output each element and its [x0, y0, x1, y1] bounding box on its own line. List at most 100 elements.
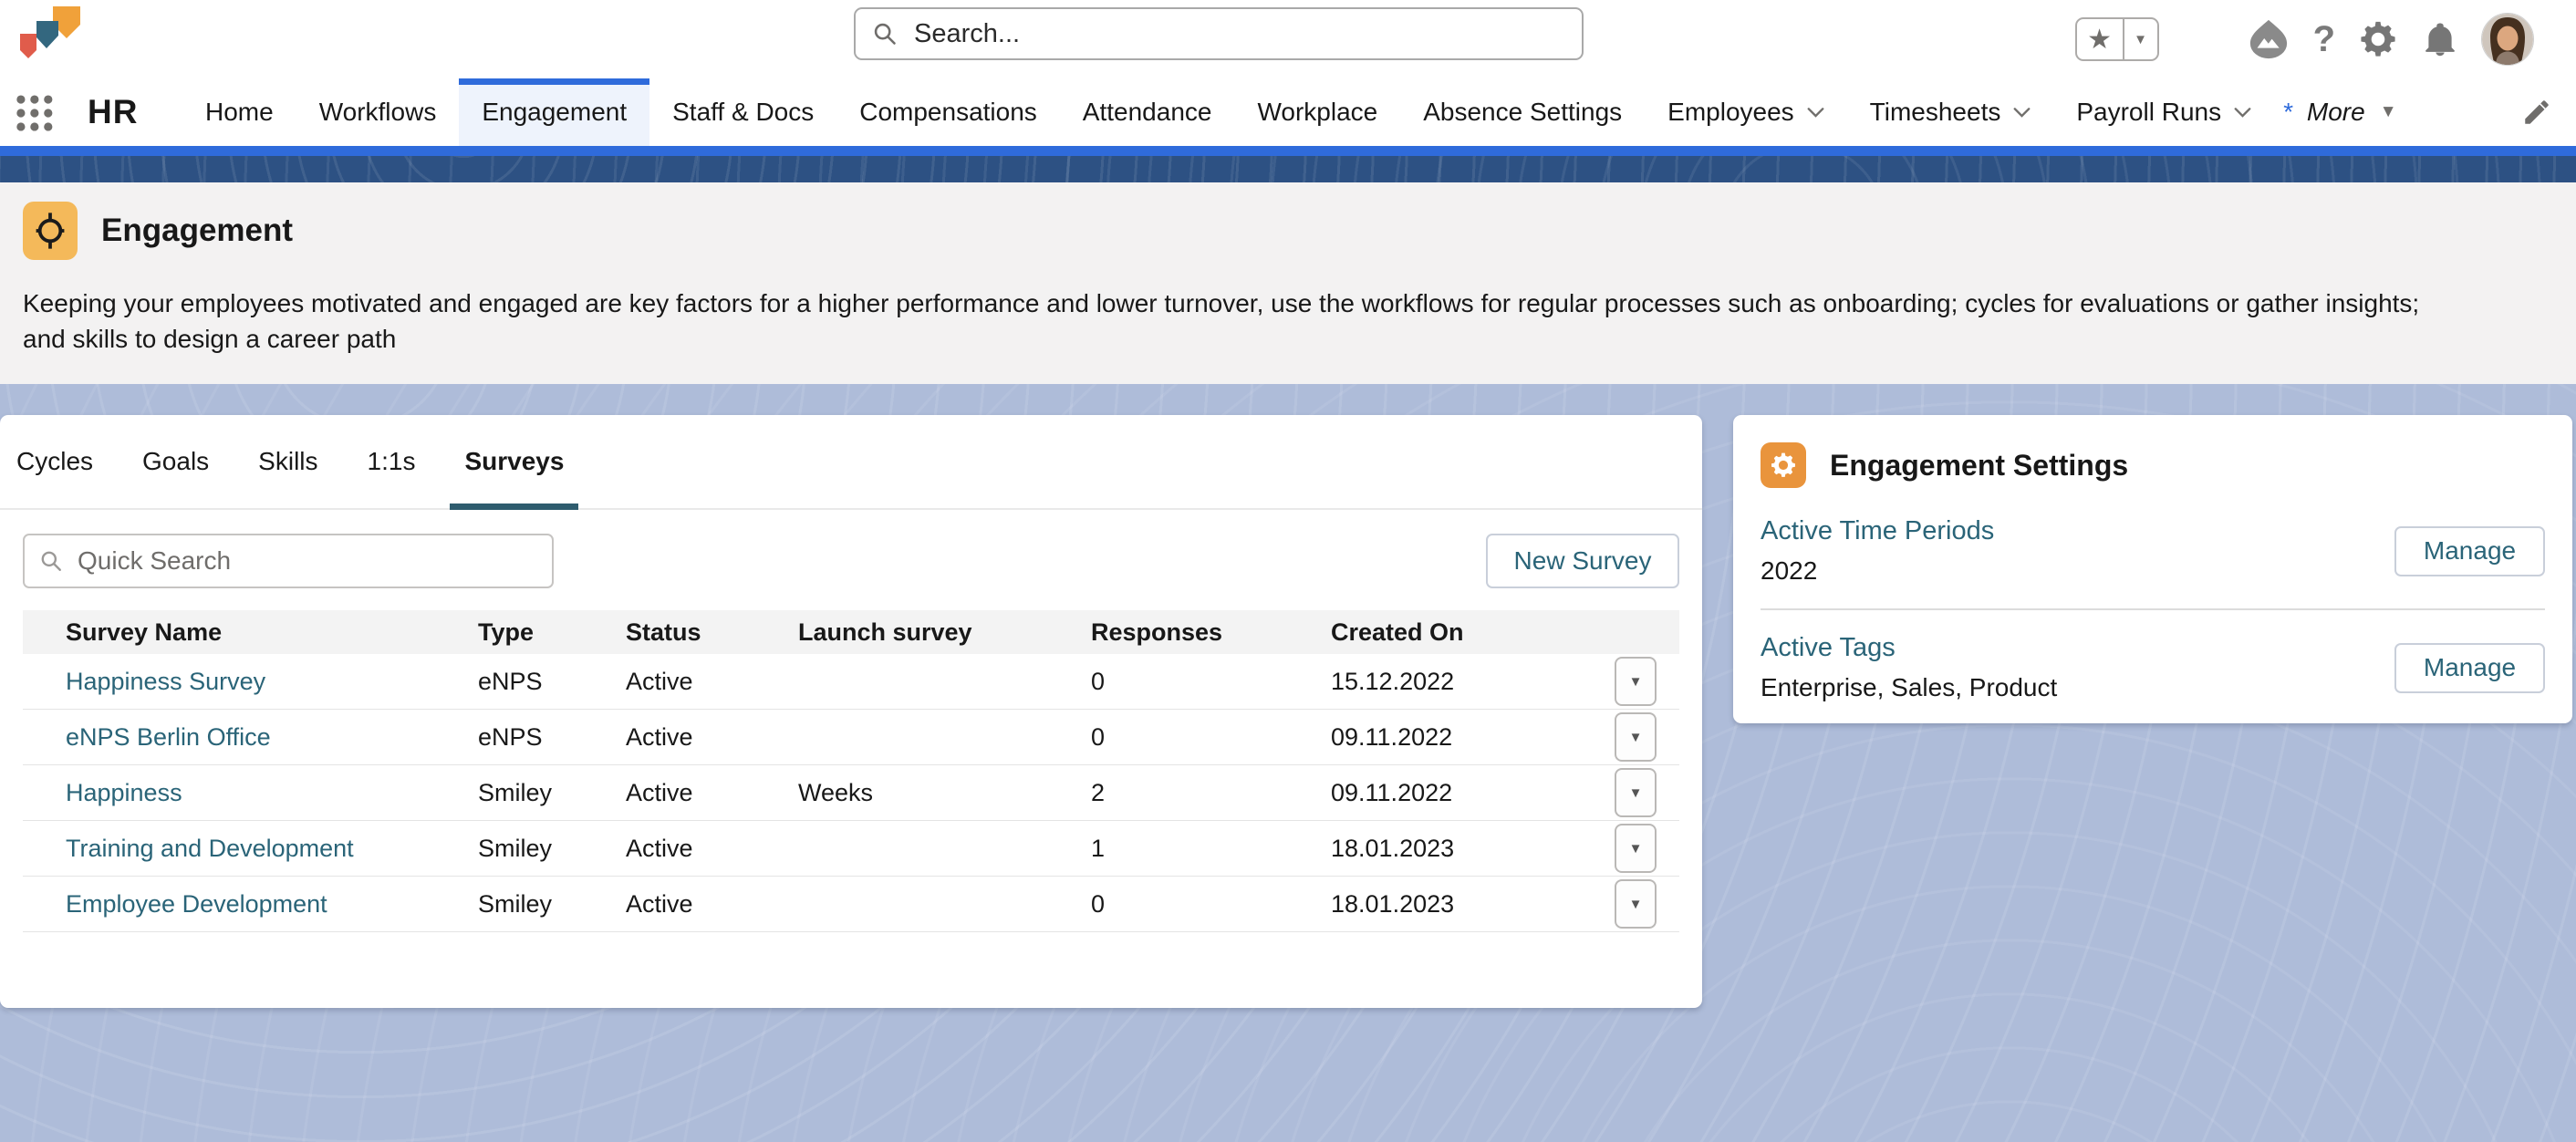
survey-name-link[interactable]: Happiness — [66, 779, 182, 806]
survey-responses-cell: 0 — [1091, 723, 1331, 752]
gear-icon — [1769, 451, 1798, 480]
notifications-bell-icon — [2421, 19, 2459, 59]
nav-tab-employees[interactable]: Employees — [1645, 78, 1847, 146]
setup-button[interactable] — [2357, 18, 2399, 60]
nav-tab-absence-settings[interactable]: Absence Settings — [1400, 78, 1645, 146]
settings-item-text: Active Time Periods 2022 — [1761, 516, 1994, 586]
column-header-type: Type — [478, 618, 626, 647]
quick-search-input[interactable] — [76, 545, 537, 576]
row-menu-button[interactable]: ▼ — [1615, 824, 1657, 873]
surveys-table: Survey NameTypeStatusLaunch surveyRespon… — [23, 610, 1679, 932]
survey-name-cell: Employee Development — [23, 890, 478, 919]
survey-status-cell: Active — [626, 668, 798, 696]
app-name: HR — [88, 78, 138, 146]
survey-name-link[interactable]: Employee Development — [66, 890, 327, 918]
nav-tab-label: Staff & Docs — [672, 98, 814, 127]
settings-item-link[interactable]: Active Tags — [1761, 633, 2057, 663]
nav-tab-home[interactable]: Home — [182, 78, 296, 146]
survey-created-cell: 09.11.2022 — [1331, 723, 1592, 752]
trailhead-button[interactable] — [2246, 18, 2291, 60]
row-menu-button[interactable]: ▼ — [1615, 879, 1657, 929]
survey-name-link[interactable]: Happiness Survey — [66, 668, 265, 695]
brand-accent-bar — [0, 146, 2576, 156]
nav-tab-label: Absence Settings — [1423, 98, 1622, 127]
header-actions: ★ ▼ ? — [2075, 0, 2534, 78]
settings-item-active-tags: Active TagsEnterprise, Sales, ProductMan… — [1761, 608, 2545, 725]
target-icon — [33, 211, 68, 251]
nav-tab-staff-docs[interactable]: Staff & Docs — [649, 78, 836, 146]
column-header-responses: Responses — [1091, 618, 1331, 647]
tab-skills[interactable]: Skills — [254, 415, 321, 508]
new-survey-button[interactable]: New Survey — [1486, 534, 1679, 588]
table-row: Employee DevelopmentSmileyActive018.01.2… — [23, 877, 1679, 932]
nav-tab-workflows[interactable]: Workflows — [296, 78, 460, 146]
survey-status-cell: Active — [626, 835, 798, 863]
row-menu-button[interactable]: ▼ — [1615, 657, 1657, 706]
app-launcher-button[interactable] — [15, 92, 57, 134]
nav-tab-workplace[interactable]: Workplace — [1234, 78, 1400, 146]
survey-name-link[interactable]: Training and Development — [66, 835, 354, 862]
favorites-combo-button[interactable]: ★ ▼ — [2075, 17, 2159, 61]
flair-logo — [16, 5, 84, 59]
column-header-launch-survey: Launch survey — [798, 618, 1091, 647]
global-search-input[interactable] — [912, 18, 1565, 50]
survey-name-cell: eNPS Berlin Office — [23, 723, 478, 752]
tab-1-1s[interactable]: 1:1s — [364, 415, 420, 508]
page-title: Engagement — [101, 213, 293, 249]
nav-tab-label: Workplace — [1257, 98, 1377, 127]
row-actions-cell: ▼ — [1592, 657, 1679, 706]
row-actions-cell: ▼ — [1592, 879, 1679, 929]
table-row: Happiness SurveyeNPSActive015.12.2022▼ — [23, 654, 1679, 710]
table-row: HappinessSmileyActiveWeeks209.11.2022▼ — [23, 765, 1679, 821]
waffle-icon — [15, 92, 57, 134]
tab-cycles[interactable]: Cycles — [13, 415, 97, 508]
survey-status-cell: Active — [626, 723, 798, 752]
quick-search[interactable] — [23, 534, 554, 588]
tab-surveys[interactable]: Surveys — [461, 415, 567, 508]
row-actions-cell: ▼ — [1592, 768, 1679, 817]
survey-name-link[interactable]: eNPS Berlin Office — [66, 723, 271, 751]
survey-created-cell: 18.01.2023 — [1331, 835, 1592, 863]
tab-label: Surveys — [464, 447, 564, 476]
tab-goals[interactable]: Goals — [139, 415, 213, 508]
survey-created-cell: 18.01.2023 — [1331, 890, 1592, 919]
nav-more-tab[interactable]: * More ▼ — [2266, 78, 2414, 146]
nav-bar: HR Home Workflows Engagement Staff & Docs Co… — [0, 78, 2576, 146]
survey-responses-cell: 1 — [1091, 835, 1331, 863]
engagement-app-icon — [23, 202, 78, 260]
column-header-created-on: Created On — [1331, 618, 1592, 647]
column-header-status: Status — [626, 618, 798, 647]
settings-item-active-time-periods: Active Time Periods 2022 Manage — [1761, 493, 2545, 608]
settings-item-value: 2022 — [1761, 556, 1994, 586]
nav-tab-label: Attendance — [1083, 98, 1212, 127]
settings-items: Active Time Periods2022ManageActive Tags… — [1733, 493, 2572, 725]
nav-tab-attendance[interactable]: Attendance — [1060, 78, 1235, 146]
row-menu-button[interactable]: ▼ — [1615, 712, 1657, 762]
favorites-star-icon[interactable]: ★ — [2077, 19, 2124, 59]
manage-button[interactable]: Manage — [2394, 526, 2545, 576]
nav-tab-engagement[interactable]: Engagement — [459, 78, 649, 146]
brand-pattern-band — [0, 156, 2576, 182]
survey-responses-cell: 0 — [1091, 668, 1331, 696]
nav-tab-payroll-runs[interactable]: Payroll Runs — [2053, 78, 2274, 146]
help-button[interactable]: ? — [2313, 21, 2335, 57]
notifications-button[interactable] — [2421, 19, 2459, 59]
row-menu-button[interactable]: ▼ — [1615, 768, 1657, 817]
survey-type-cell: Smiley — [478, 835, 626, 863]
quick-add-button[interactable] — [2181, 18, 2224, 61]
manage-button[interactable]: Manage — [2394, 643, 2545, 693]
favorites-dropdown-icon[interactable]: ▼ — [2124, 19, 2157, 59]
nav-tab-compensations[interactable]: Compensations — [836, 78, 1060, 146]
user-avatar[interactable] — [2481, 13, 2534, 66]
survey-responses-cell: 2 — [1091, 779, 1331, 807]
nav-tab-timesheets[interactable]: Timesheets — [1847, 78, 2054, 146]
row-actions-cell: ▼ — [1592, 824, 1679, 873]
settings-item-link[interactable]: Active Time Periods — [1761, 516, 1994, 546]
global-header: ★ ▼ ? — [0, 0, 2576, 78]
nav-tab-label: Workflows — [319, 98, 437, 127]
surveys-table-body: Happiness SurveyeNPSActive015.12.2022▼eN… — [23, 654, 1679, 932]
settings-card-icon — [1761, 442, 1806, 488]
edit-nav-button[interactable] — [2521, 97, 2552, 128]
survey-name-cell: Happiness — [23, 779, 478, 807]
global-search[interactable] — [854, 7, 1584, 60]
